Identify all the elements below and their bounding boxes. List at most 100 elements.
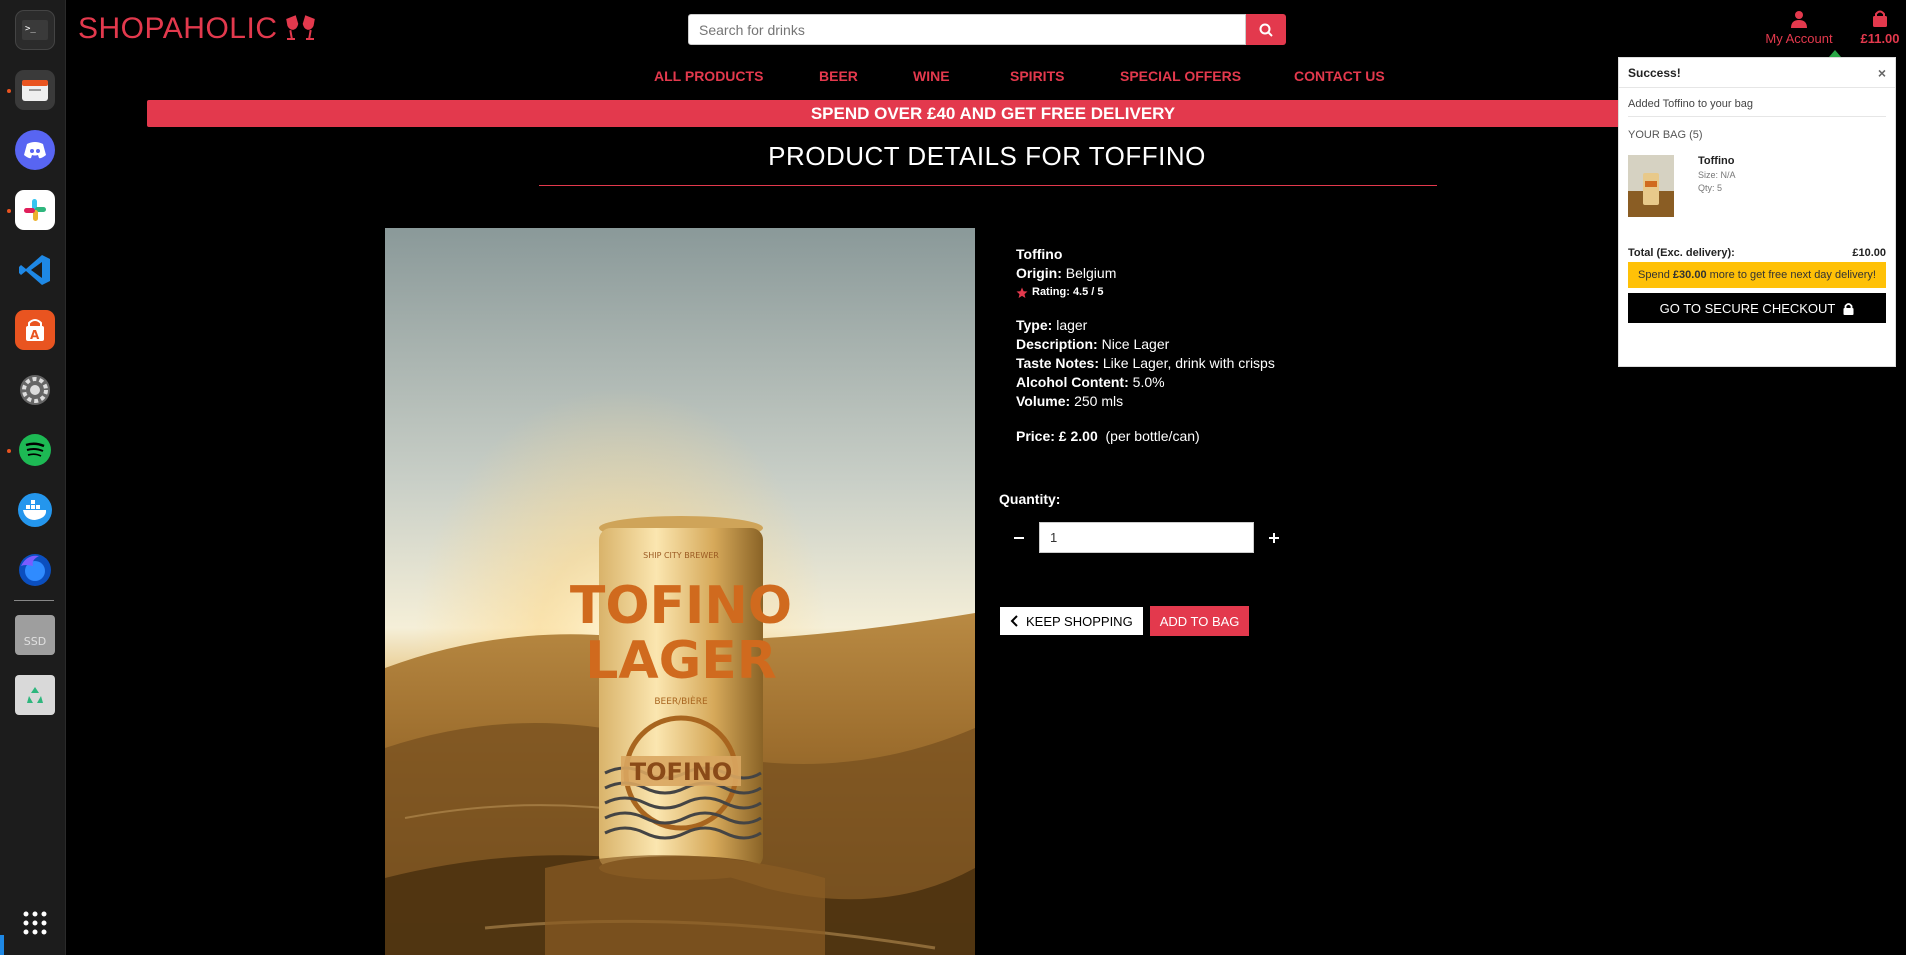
quantity-stepper	[999, 522, 1294, 553]
free-delivery-pre: Spend	[1638, 269, 1670, 281]
nav-beer[interactable]: BEER	[819, 68, 858, 84]
product-details: Toffino Origin: Belgium Rating: 4.5 / 5 …	[1016, 245, 1275, 446]
total-label: Total (Exc. delivery):	[1628, 247, 1735, 259]
search-button[interactable]	[1246, 14, 1286, 45]
settings-icon[interactable]	[15, 370, 55, 410]
plus-icon	[1269, 532, 1279, 543]
running-indicator	[7, 209, 11, 213]
toast-message: Added Toffino to your bag	[1628, 98, 1886, 117]
search-icon	[1259, 23, 1273, 37]
quantity-label: Quantity:	[999, 491, 1061, 507]
free-delivery-post: more to get free next day delivery!	[1709, 269, 1876, 281]
taste-label: Taste Notes:	[1016, 355, 1099, 371]
spotify-icon[interactable]	[15, 430, 55, 470]
increment-button[interactable]	[1254, 523, 1294, 553]
app-dock: >_ A SSD	[0, 0, 66, 955]
toast-title: Success!	[1628, 65, 1681, 80]
alcohol-label: Alcohol Content:	[1016, 374, 1129, 390]
nav-spirits[interactable]: SPIRITS	[1010, 68, 1064, 84]
dock-separator	[14, 600, 54, 601]
files-icon[interactable]	[15, 70, 55, 110]
slack-icon[interactable]	[15, 190, 55, 230]
terminal-icon[interactable]: >_	[15, 10, 55, 50]
can-badge-text: TOFINO	[630, 758, 733, 786]
search-bar	[688, 14, 1286, 45]
toast-caret	[1829, 50, 1841, 57]
secure-checkout-button[interactable]: GO TO SECURE CHECKOUT	[1628, 293, 1886, 323]
toast-header: Success! ×	[1619, 58, 1895, 88]
add-to-bag-label: ADD TO BAG	[1159, 613, 1240, 629]
bag-item: Toffino Size: N/A Qty: 5	[1628, 155, 1886, 217]
quantity-input[interactable]	[1039, 522, 1254, 553]
cheers-glasses-icon	[285, 15, 315, 40]
site-logo[interactable]: SHOPAHOLIC	[78, 12, 318, 46]
product-actions: KEEP SHOPPING ADD TO BAG	[999, 606, 1250, 636]
star-icon	[1016, 287, 1028, 298]
nav-contact-us[interactable]: CONTACT US	[1294, 68, 1385, 84]
bag-item-qty: Qty: 5	[1698, 183, 1723, 193]
docker-icon[interactable]	[15, 490, 55, 530]
total-value: £10.00	[1852, 247, 1886, 259]
free-delivery-amount: £30.00	[1672, 269, 1707, 281]
price-note: (per bottle/can)	[1105, 428, 1200, 444]
success-toast: Success! × Added Toffino to your bag YOU…	[1618, 57, 1896, 367]
bag-item-name: Toffino	[1698, 155, 1735, 167]
alcohol-value: 5.0%	[1132, 374, 1165, 390]
firefox-icon[interactable]	[15, 550, 55, 590]
product-alcohol: Alcohol Content: 5.0%	[1016, 373, 1275, 392]
taste-value: Like Lager, drink with crisps	[1102, 355, 1275, 371]
product-name: Toffino	[1016, 246, 1063, 262]
ssd-drive-icon[interactable]: SSD	[15, 615, 55, 655]
product-price: Price: £ 2.00 (per bottle/can)	[1016, 427, 1275, 446]
product-rating: Rating: 4.5 / 5	[1016, 283, 1275, 302]
svg-text:A: A	[30, 328, 40, 342]
shopping-bag-link[interactable]: £11.00	[1856, 10, 1904, 46]
chevron-left-icon	[1010, 615, 1018, 627]
bag-item-thumbnail	[1628, 155, 1674, 217]
keep-shopping-button[interactable]: KEEP SHOPPING	[999, 606, 1144, 636]
can-brand-text: TOFINO	[570, 576, 792, 636]
nav-all-products[interactable]: ALL PRODUCTS	[654, 68, 763, 84]
volume-label: Volume:	[1016, 393, 1071, 409]
app-center-icon[interactable]: A	[15, 310, 55, 350]
vscode-icon[interactable]	[15, 250, 55, 290]
account-label: My Account	[1765, 31, 1833, 46]
svg-text:SHIP CITY BREWER: SHIP CITY BREWER	[643, 551, 719, 560]
svg-text:>_: >_	[25, 24, 36, 34]
running-indicator	[7, 89, 11, 93]
type-value: lager	[1056, 317, 1088, 333]
description-value: Nice Lager	[1101, 336, 1170, 352]
product-description: Description: Nice Lager	[1016, 335, 1275, 354]
product-image: SHIP CITY BREWER TOFINO LAGER BEER/BIÈRE…	[385, 228, 975, 955]
apps-grid-icon[interactable]	[15, 903, 55, 943]
add-to-bag-button[interactable]: ADD TO BAG	[1149, 606, 1250, 636]
my-account-link[interactable]: My Account	[1744, 10, 1854, 46]
discord-icon[interactable]	[15, 130, 55, 170]
trash-icon[interactable]	[15, 675, 55, 715]
search-input[interactable]	[688, 14, 1246, 45]
shopping-bag-icon	[1873, 10, 1887, 27]
keep-shopping-label: KEEP SHOPPING	[1026, 613, 1133, 629]
description-label: Description:	[1016, 336, 1098, 352]
price-label: Price: £ 2.00	[1016, 428, 1098, 444]
close-icon[interactable]: ×	[1878, 65, 1886, 81]
nav-wine[interactable]: WINE	[913, 68, 950, 84]
bag-item-size: Size: N/A	[1698, 170, 1736, 180]
volume-value: 250 mls	[1074, 393, 1124, 409]
origin-value: Belgium	[1065, 265, 1117, 281]
delivery-banner: SPEND OVER £40 AND GET FREE DELIVERY	[147, 100, 1839, 127]
running-indicator	[7, 449, 11, 453]
free-delivery-notice: Spend £30.00 more to get free next day d…	[1628, 262, 1886, 288]
decrement-button[interactable]	[999, 523, 1039, 553]
product-origin: Origin: Belgium	[1016, 264, 1275, 283]
ssd-label: SSD	[23, 634, 47, 648]
dock-active-indicator	[0, 935, 4, 955]
type-label: Type:	[1016, 317, 1053, 333]
product-taste-notes: Taste Notes: Like Lager, drink with cris…	[1016, 354, 1275, 373]
rating-text: Rating: 4.5 / 5	[1032, 286, 1104, 298]
bag-total-row: Total (Exc. delivery): £10.00	[1628, 247, 1886, 259]
nav-special-offers[interactable]: SPECIAL OFFERS	[1120, 68, 1241, 84]
user-icon	[1791, 11, 1807, 28]
minus-icon	[1014, 536, 1024, 539]
lock-icon	[1843, 302, 1854, 315]
